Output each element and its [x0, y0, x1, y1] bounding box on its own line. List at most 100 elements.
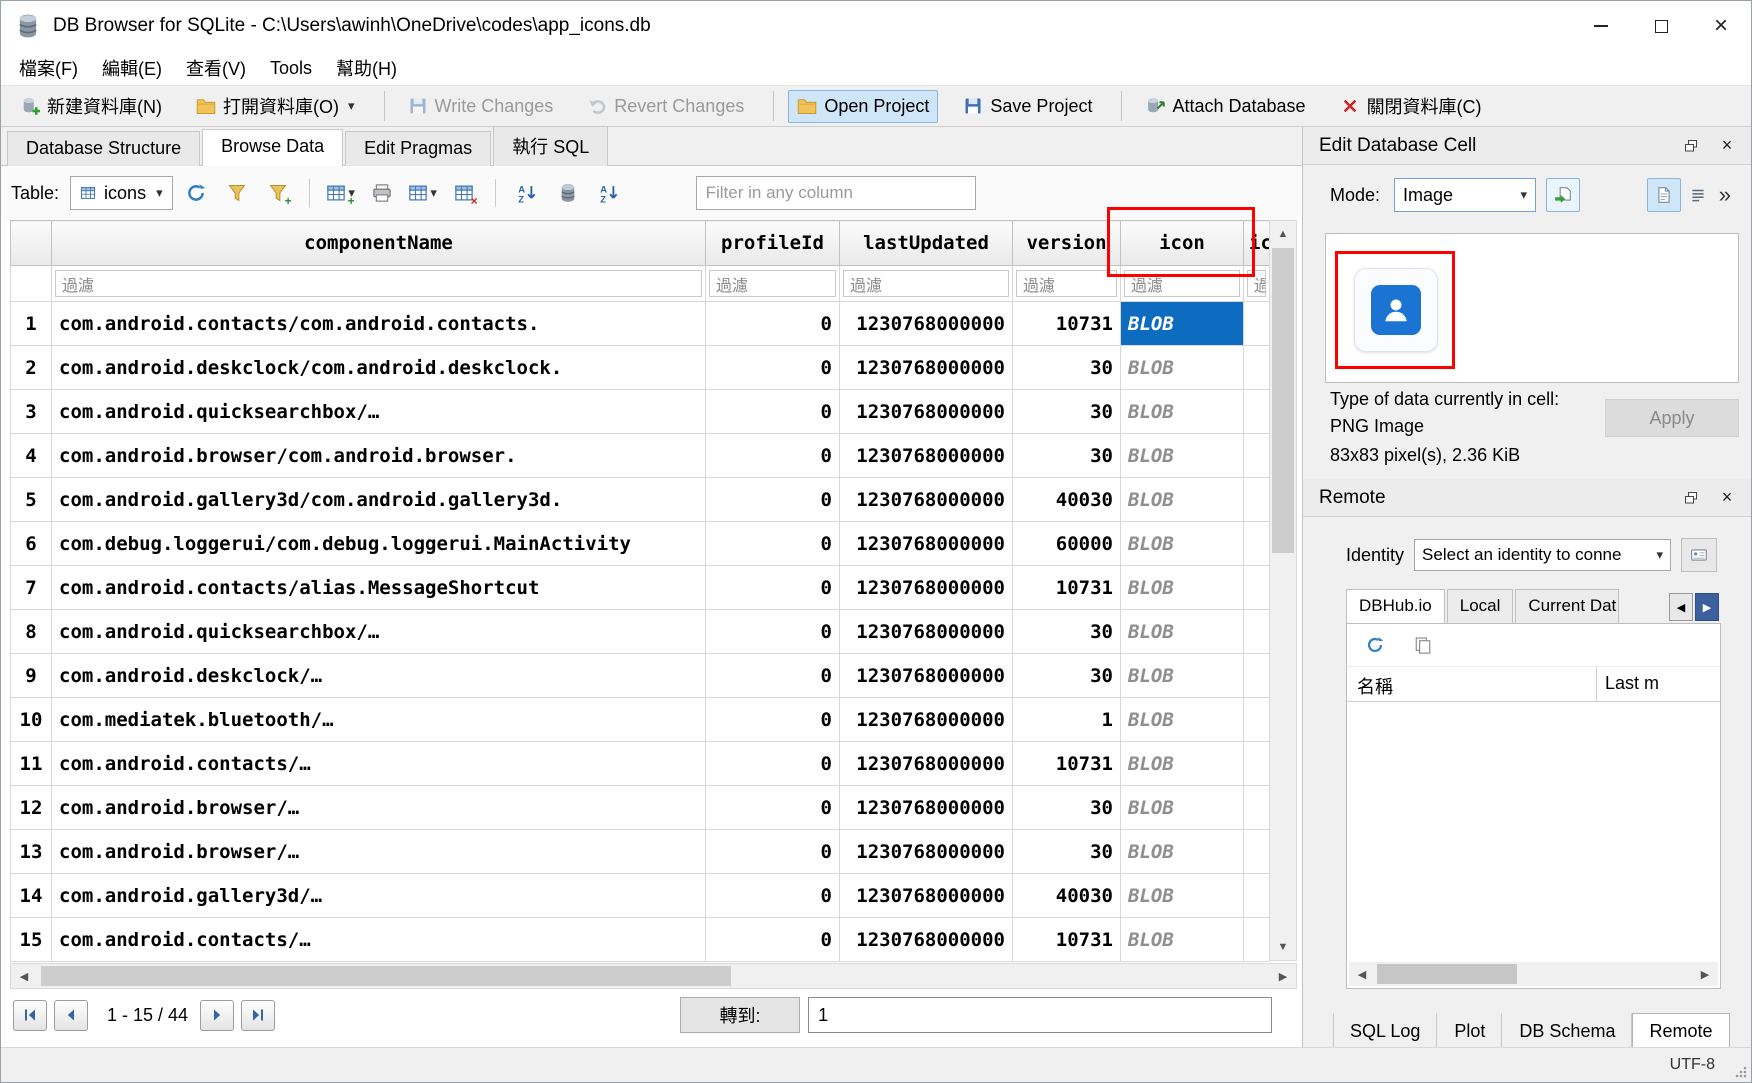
- cell-lastupdated[interactable]: 1230768000000: [840, 390, 1013, 434]
- row-number[interactable]: 4: [11, 434, 52, 478]
- filter-input[interactable]: 過濾: [709, 270, 836, 297]
- open-database-button[interactable]: 打開資料庫(O) ▾: [187, 87, 364, 125]
- cell-lastupdated[interactable]: 1230768000000: [840, 918, 1013, 962]
- cell-overflow[interactable]: [1244, 566, 1270, 610]
- row-number[interactable]: 13: [11, 830, 52, 874]
- column-header-lastupdated[interactable]: lastUpdated: [840, 221, 1013, 266]
- filter-input[interactable]: 過濾: [1124, 270, 1240, 297]
- cell-icon[interactable]: BLOB: [1121, 742, 1244, 786]
- cell-lastupdated[interactable]: 1230768000000: [840, 434, 1013, 478]
- cell-componentname[interactable]: com.mediatek.bluetooth/…: [52, 698, 706, 742]
- duplicate-record-button[interactable]: ▾: [405, 175, 441, 211]
- last-page-button[interactable]: [241, 1000, 275, 1031]
- cell-profileid[interactable]: 0: [706, 830, 840, 874]
- goto-record-input[interactable]: [808, 997, 1272, 1033]
- tab-database-structure[interactable]: Database Structure: [7, 131, 200, 166]
- cell-lastupdated[interactable]: 1230768000000: [840, 478, 1013, 522]
- identity-selector[interactable]: Select an identity to conne ▾: [1414, 539, 1671, 571]
- first-page-button[interactable]: [13, 1000, 47, 1031]
- cell-lastupdated[interactable]: 1230768000000: [840, 874, 1013, 918]
- cell-overflow[interactable]: [1244, 390, 1270, 434]
- vertical-scrollbar[interactable]: ▲ ▼: [1269, 220, 1297, 961]
- cell-componentname[interactable]: com.android.browser/…: [52, 786, 706, 830]
- row-number[interactable]: 15: [11, 918, 52, 962]
- vertical-scrollbar-thumb[interactable]: [1272, 248, 1294, 553]
- cell-overflow[interactable]: [1244, 830, 1270, 874]
- table-selector[interactable]: icons ▾: [70, 176, 173, 210]
- print-button[interactable]: [364, 175, 400, 211]
- cell-icon[interactable]: BLOB: [1121, 610, 1244, 654]
- tab-scroll-left-button[interactable]: ◀: [1669, 593, 1693, 621]
- refresh-button[interactable]: [178, 175, 214, 211]
- cell-profileid[interactable]: 0: [706, 390, 840, 434]
- tab-edit-pragmas[interactable]: Edit Pragmas: [345, 131, 491, 166]
- cell-componentname[interactable]: com.android.gallery3d/…: [52, 874, 706, 918]
- cell-version[interactable]: 30: [1013, 786, 1121, 830]
- cell-componentname[interactable]: com.android.contacts/…: [52, 918, 706, 962]
- cell-profileid[interactable]: 0: [706, 786, 840, 830]
- cell-componentname[interactable]: com.android.contacts/com.android.contact…: [52, 302, 706, 346]
- column-header-profileid[interactable]: profileId: [706, 221, 840, 266]
- cell-lastupdated[interactable]: 1230768000000: [840, 566, 1013, 610]
- cell-version[interactable]: 10731: [1013, 302, 1121, 346]
- attach-database-button[interactable]: Attach Database: [1136, 90, 1314, 123]
- remote-column-last-modified[interactable]: Last m: [1597, 667, 1720, 701]
- remote-refresh-button[interactable]: [1357, 627, 1393, 663]
- import-data-button[interactable]: [1546, 178, 1580, 212]
- cell-version[interactable]: 30: [1013, 830, 1121, 874]
- save-view-button[interactable]: [509, 175, 545, 211]
- cell-profileid[interactable]: 0: [706, 522, 840, 566]
- clear-filters-button[interactable]: [219, 175, 255, 211]
- chevron-down-icon[interactable]: ▾: [348, 98, 355, 114]
- save-project-button[interactable]: Save Project: [954, 90, 1101, 123]
- cell-overflow[interactable]: [1244, 786, 1270, 830]
- cell-profileid[interactable]: 0: [706, 434, 840, 478]
- cell-overflow[interactable]: [1244, 610, 1270, 654]
- cell-componentname[interactable]: com.android.gallery3d/com.android.galler…: [52, 478, 706, 522]
- horizontal-scrollbar-thumb[interactable]: [41, 966, 731, 986]
- cell-profileid[interactable]: 0: [706, 478, 840, 522]
- cell-lastupdated[interactable]: 1230768000000: [840, 302, 1013, 346]
- cell-profileid[interactable]: 0: [706, 302, 840, 346]
- dock-tab-remote[interactable]: Remote: [1632, 1013, 1729, 1050]
- row-number[interactable]: 10: [11, 698, 52, 742]
- filter-options-button[interactable]: +: [260, 175, 296, 211]
- float-panel-button[interactable]: [1677, 133, 1705, 159]
- cell-version[interactable]: 40030: [1013, 874, 1121, 918]
- cell-version[interactable]: 30: [1013, 434, 1121, 478]
- cell-overflow[interactable]: [1244, 478, 1270, 522]
- cell-icon[interactable]: BLOB: [1121, 918, 1244, 962]
- filter-input[interactable]: 過濾: [55, 270, 702, 297]
- cell-icon[interactable]: BLOB: [1121, 786, 1244, 830]
- cell-icon[interactable]: BLOB: [1121, 698, 1244, 742]
- cell-version[interactable]: 10731: [1013, 566, 1121, 610]
- cell-version[interactable]: 30: [1013, 654, 1121, 698]
- cell-overflow[interactable]: [1244, 918, 1270, 962]
- cell-icon[interactable]: BLOB: [1121, 830, 1244, 874]
- cell-componentname[interactable]: com.android.contacts/…: [52, 742, 706, 786]
- mode-selector[interactable]: Image ▾: [1394, 178, 1536, 212]
- import-certificate-button[interactable]: [1681, 538, 1717, 572]
- minimize-button[interactable]: [1571, 1, 1631, 51]
- cell-icon[interactable]: BLOB: [1121, 874, 1244, 918]
- resize-grip[interactable]: [1734, 1065, 1748, 1079]
- revert-changes-button[interactable]: Revert Changes: [578, 90, 753, 123]
- row-number[interactable]: 6: [11, 522, 52, 566]
- cell-icon[interactable]: BLOB: [1121, 434, 1244, 478]
- close-button[interactable]: ×: [1691, 1, 1751, 51]
- cell-lastupdated[interactable]: 1230768000000: [840, 698, 1013, 742]
- menu-file[interactable]: 檔案(F): [7, 51, 90, 85]
- row-number[interactable]: 7: [11, 566, 52, 610]
- tab-local[interactable]: Local: [1447, 589, 1514, 624]
- tab-dbhub[interactable]: DBHub.io: [1346, 589, 1445, 624]
- cell-componentname[interactable]: com.android.deskclock/…: [52, 654, 706, 698]
- menu-help[interactable]: 幫助(H): [324, 51, 409, 85]
- cell-componentname[interactable]: com.android.quicksearchbox/…: [52, 610, 706, 654]
- clone-database-button[interactable]: [1405, 627, 1441, 663]
- cell-icon[interactable]: BLOB: [1121, 302, 1244, 346]
- previous-page-button[interactable]: [54, 1000, 88, 1031]
- close-database-button[interactable]: 關閉資料庫(C): [1331, 87, 1491, 125]
- cell-lastupdated[interactable]: 1230768000000: [840, 654, 1013, 698]
- cell-version[interactable]: 60000: [1013, 522, 1121, 566]
- apply-button[interactable]: Apply: [1605, 399, 1739, 437]
